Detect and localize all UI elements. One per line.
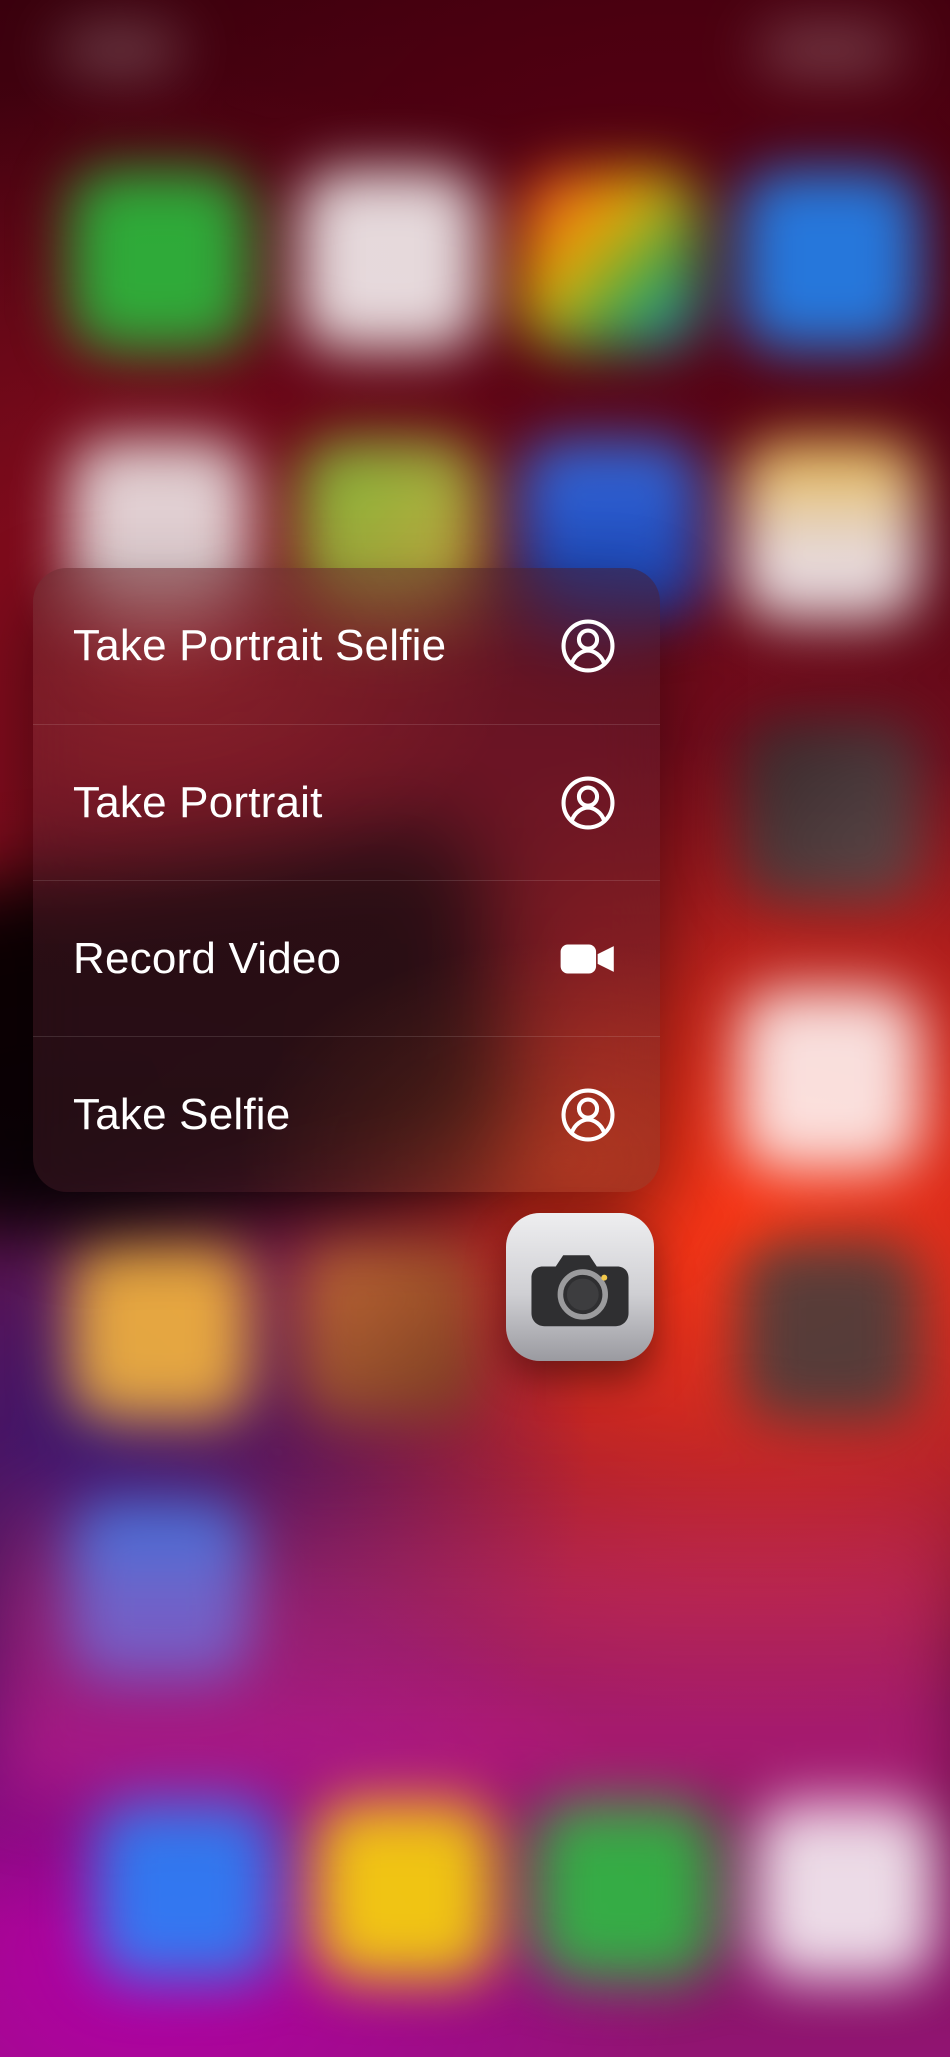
camera-glyph-icon [524,1243,636,1331]
menu-item-label: Take Portrait Selfie [73,621,446,671]
menu-item-take-selfie[interactable]: Take Selfie [33,1036,660,1192]
menu-item-take-portrait[interactable]: Take Portrait [33,724,660,880]
menu-item-label: Record Video [73,934,341,984]
menu-item-take-portrait-selfie[interactable]: Take Portrait Selfie [33,568,660,724]
menu-item-record-video[interactable]: Record Video [33,880,660,1036]
menu-item-label: Take Selfie [73,1090,290,1140]
person-circle-icon [556,771,620,835]
camera-app-icon[interactable] [506,1213,654,1361]
person-circle-icon [556,1083,620,1147]
menu-item-label: Take Portrait [73,778,323,828]
video-icon [556,927,620,991]
camera-context-menu: Take Portrait Selfie Take Portrait R [33,568,660,1192]
person-circle-icon [556,614,620,678]
